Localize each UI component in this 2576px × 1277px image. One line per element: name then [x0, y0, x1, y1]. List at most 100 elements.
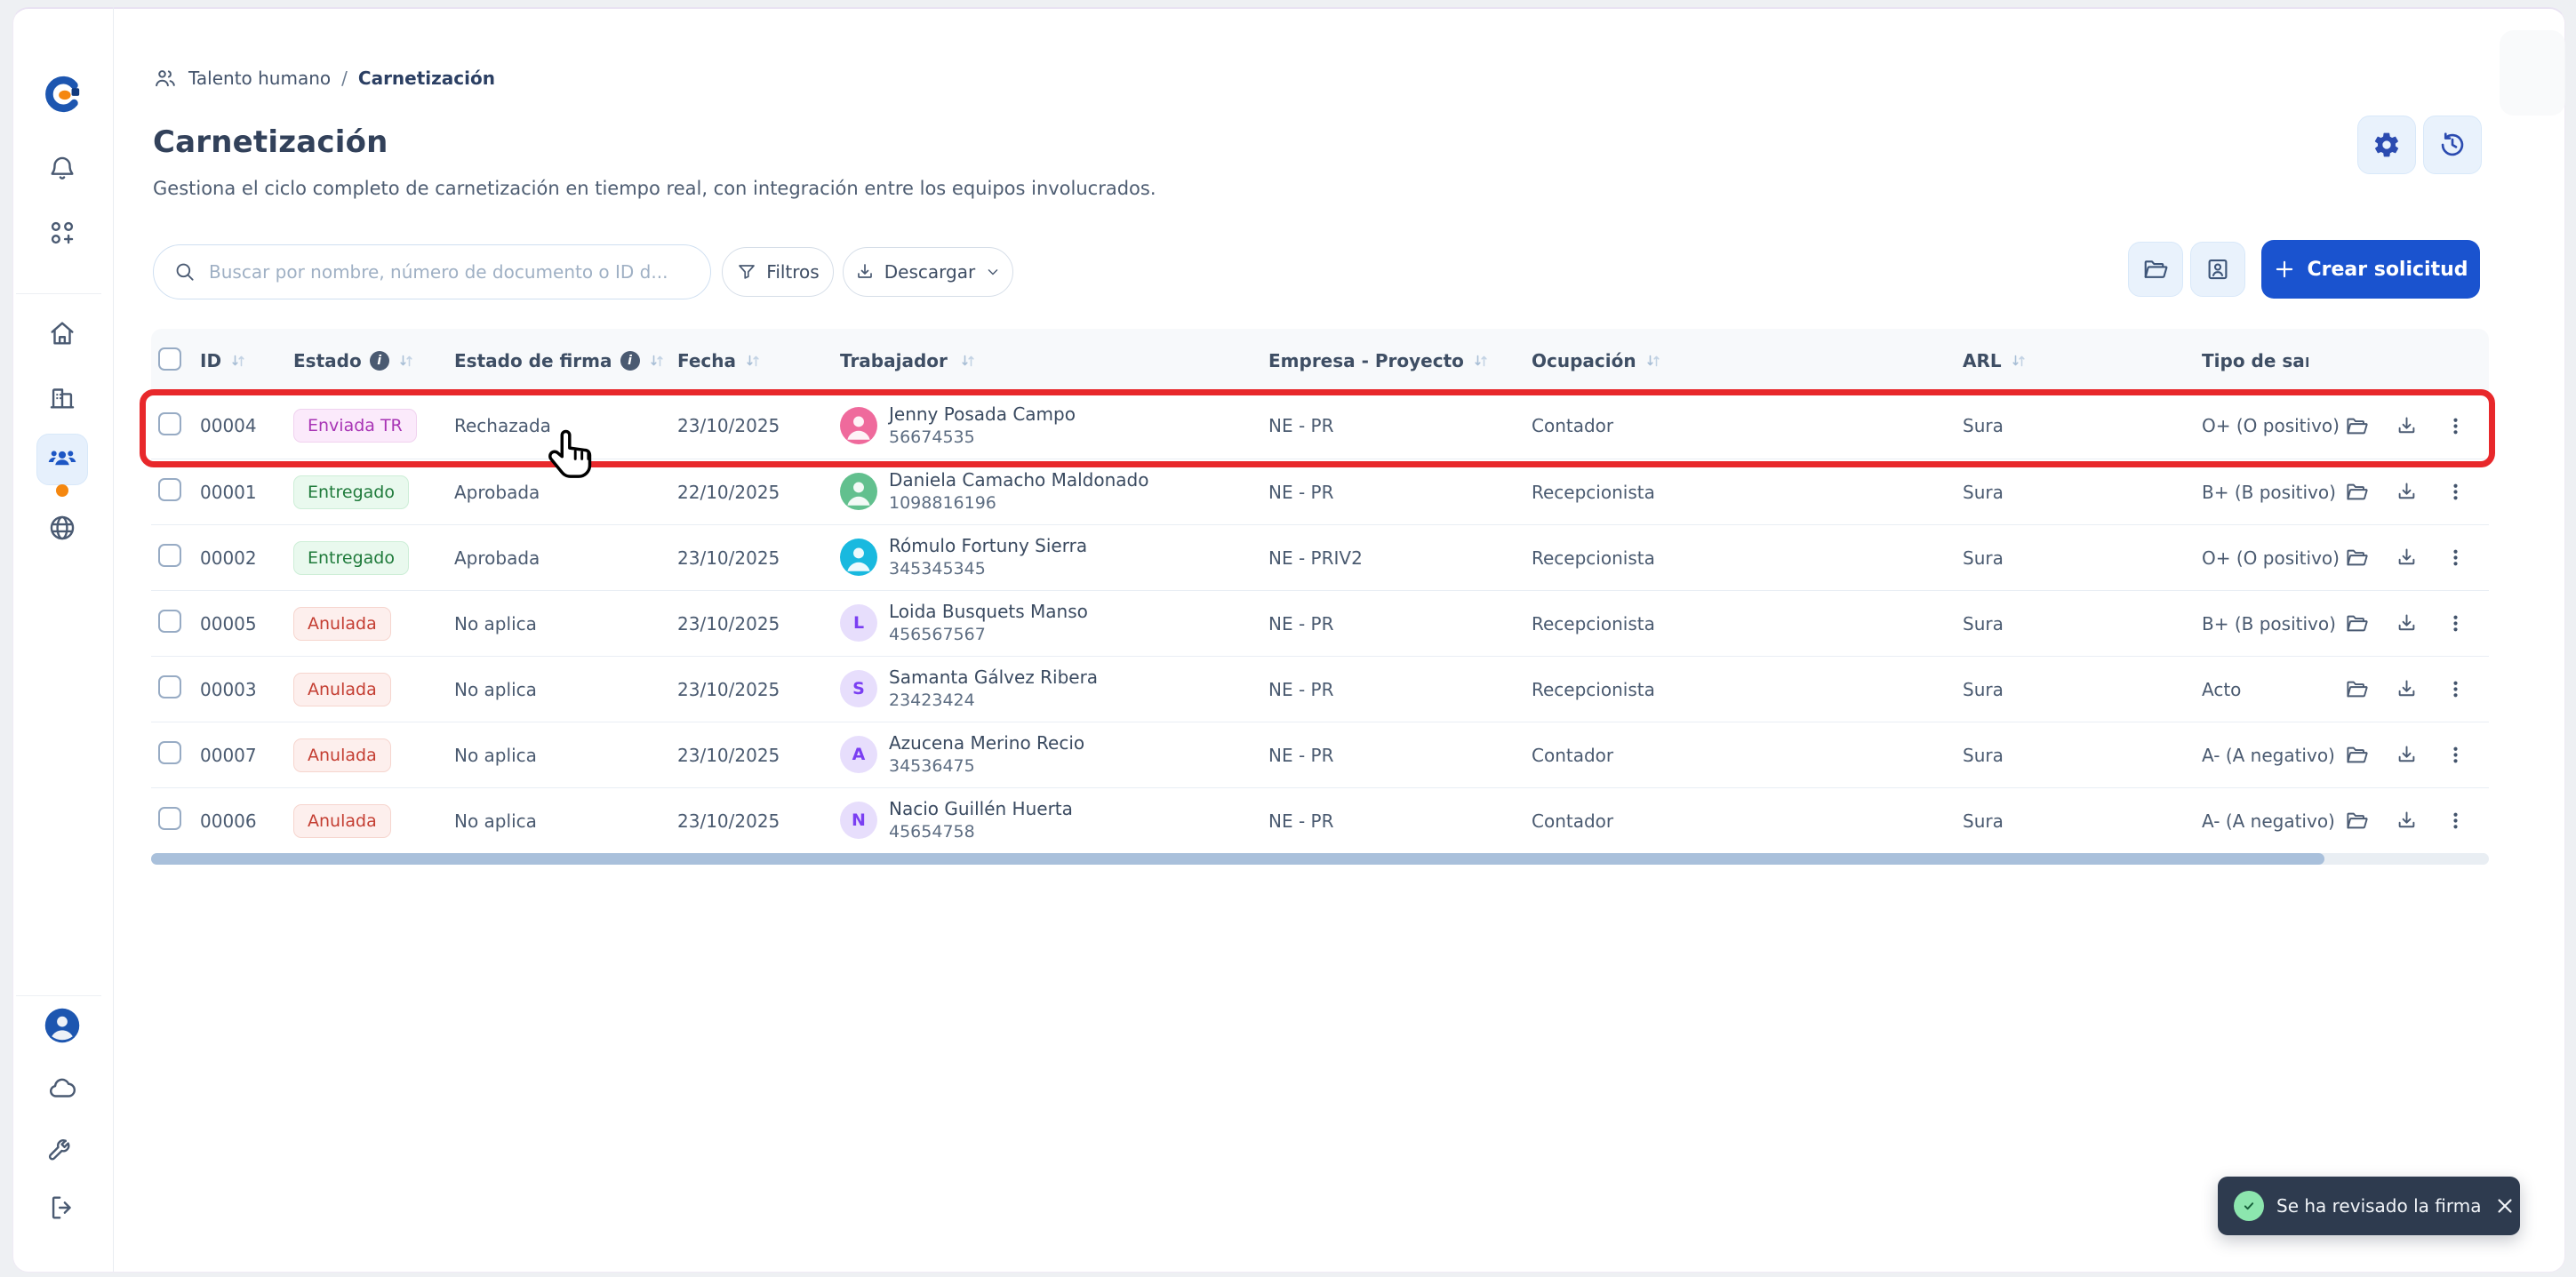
cell-arl: Sura [1956, 547, 2196, 569]
row-checkbox[interactable] [158, 675, 181, 698]
row-more-options-button[interactable] [2444, 415, 2467, 437]
row-more-options-button[interactable] [2444, 547, 2467, 569]
worker-document: 1098816196 [889, 492, 1148, 515]
row-more-options-button[interactable] [2444, 810, 2467, 832]
row-folder-button[interactable] [2345, 480, 2369, 504]
table-row[interactable]: 00001 Entregado Aprobada 22/10/2025 Dani… [151, 459, 2489, 524]
filters-button[interactable]: Filtros [722, 247, 834, 297]
horizontal-scrollbar-track[interactable] [151, 853, 2489, 865]
table-row[interactable]: 00007 Anulada No aplica 23/10/2025 A Azu… [151, 722, 2489, 787]
worker-name: Loida Busquets Manso [889, 600, 1088, 624]
download-button[interactable]: Descargar [843, 247, 1013, 297]
header-trabajador[interactable]: Trabajador [836, 350, 1262, 371]
chevron-down-icon [984, 263, 1002, 281]
avatar: L [840, 604, 877, 642]
header-estado[interactable]: Estado i [280, 350, 449, 371]
table-row[interactable]: 00006 Anulada No aplica 23/10/2025 N Nac… [151, 787, 2489, 853]
search-box[interactable] [153, 244, 711, 299]
row-download-button[interactable] [2395, 480, 2419, 504]
search-input[interactable] [209, 261, 691, 283]
row-download-button[interactable] [2395, 809, 2419, 833]
user-avatar[interactable] [39, 1002, 85, 1049]
sort-icon[interactable] [744, 352, 762, 370]
row-folder-button[interactable] [2345, 611, 2369, 635]
header-id[interactable]: ID [200, 350, 280, 371]
row-checkbox[interactable] [158, 412, 181, 435]
row-folder-button[interactable] [2345, 414, 2369, 438]
header-ocupacion[interactable]: Ocupación [1524, 350, 1956, 371]
sort-icon[interactable] [1472, 352, 1490, 370]
id-card-view-button[interactable] [2190, 242, 2245, 297]
notifications-bell-icon[interactable] [39, 146, 85, 192]
cloud-icon[interactable] [39, 1065, 85, 1112]
row-folder-button[interactable] [2345, 677, 2369, 701]
row-more-options-button[interactable] [2444, 744, 2467, 766]
cell-arl: Sura [1956, 613, 2196, 635]
sort-icon[interactable] [959, 352, 977, 370]
cell-id: 00004 [200, 415, 280, 436]
settings-button[interactable] [2357, 116, 2416, 174]
history-button[interactable] [2423, 116, 2482, 174]
cell-fecha: 22/10/2025 [671, 482, 836, 503]
sort-icon[interactable] [2010, 352, 2028, 370]
logout-icon[interactable] [39, 1185, 85, 1231]
toast-notification: Se ha revisado la firma [2218, 1177, 2520, 1235]
table-row[interactable]: 00003 Anulada No aplica 23/10/2025 S Sam… [151, 656, 2489, 722]
toast-close-icon[interactable] [2493, 1194, 2516, 1217]
table-row[interactable]: 00005 Anulada No aplica 23/10/2025 L Loi… [151, 590, 2489, 656]
sidebar-item-company[interactable] [39, 374, 85, 420]
sidebar-item-globe[interactable] [39, 505, 85, 551]
header-arl[interactable]: ARL [1956, 350, 2196, 371]
cell-fecha: 23/10/2025 [671, 547, 836, 569]
row-checkbox[interactable] [158, 478, 181, 501]
table-row[interactable]: 00004 Enviada TR Rechazada 23/10/2025 Je… [151, 393, 2489, 459]
row-folder-button[interactable] [2345, 743, 2369, 767]
worker-name: Rómulo Fortuny Sierra [889, 534, 1087, 558]
row-more-options-button[interactable] [2444, 612, 2467, 635]
sort-icon[interactable] [229, 352, 247, 370]
sidebar-separator [16, 293, 101, 294]
row-folder-button[interactable] [2345, 546, 2369, 570]
row-checkbox[interactable] [158, 610, 181, 633]
header-fecha[interactable]: Fecha [671, 350, 836, 371]
create-request-button[interactable]: Crear solicitud [2261, 240, 2480, 299]
row-checkbox[interactable] [158, 544, 181, 567]
cell-ocupacion: Recepcionista [1524, 613, 1956, 635]
row-checkbox[interactable] [158, 741, 181, 764]
row-download-button[interactable] [2395, 414, 2419, 438]
row-download-button[interactable] [2395, 611, 2419, 635]
select-all-checkbox[interactable] [158, 347, 181, 371]
wrench-icon[interactable] [39, 1125, 85, 1171]
sort-icon[interactable] [648, 352, 666, 370]
worker-document: 45654758 [889, 821, 1073, 844]
worker-name: Samanta Gálvez Ribera [889, 666, 1098, 690]
cell-id: 00007 [200, 745, 280, 766]
row-download-button[interactable] [2395, 546, 2419, 570]
table-row[interactable]: 00002 Entregado Aprobada 23/10/2025 Rómu… [151, 524, 2489, 590]
sort-icon[interactable] [397, 352, 415, 370]
info-icon[interactable]: i [620, 351, 640, 371]
header-estado-firma[interactable]: Estado de firma i [449, 350, 671, 371]
search-icon [173, 260, 196, 283]
requests-table: ID Estado i Estado de firma i Fecha Trab… [151, 329, 2489, 853]
row-download-button[interactable] [2395, 743, 2419, 767]
create-request-label: Crear solicitud [2307, 259, 2468, 281]
header-empresa[interactable]: Empresa - Proyecto [1262, 350, 1524, 371]
row-folder-button[interactable] [2345, 809, 2369, 833]
header-tipo-sangre[interactable]: Tipo de sangre [2196, 350, 2329, 371]
folder-view-button[interactable] [2128, 242, 2183, 297]
row-more-options-button[interactable] [2444, 481, 2467, 503]
cell-trabajador: Rómulo Fortuny Sierra 345345345 [836, 534, 1262, 581]
row-checkbox[interactable] [158, 807, 181, 830]
breadcrumb-section[interactable]: Talento humano [188, 68, 331, 89]
avatar: N [840, 802, 877, 839]
cell-fecha: 23/10/2025 [671, 745, 836, 766]
info-icon[interactable]: i [370, 351, 389, 371]
sort-icon[interactable] [1644, 352, 1662, 370]
apps-plus-icon[interactable] [39, 210, 85, 256]
sidebar-item-talento-humano[interactable] [36, 434, 88, 485]
horizontal-scrollbar-thumb[interactable] [151, 853, 2324, 865]
row-download-button[interactable] [2395, 677, 2419, 701]
row-more-options-button[interactable] [2444, 678, 2467, 700]
sidebar-item-home[interactable] [39, 310, 85, 356]
